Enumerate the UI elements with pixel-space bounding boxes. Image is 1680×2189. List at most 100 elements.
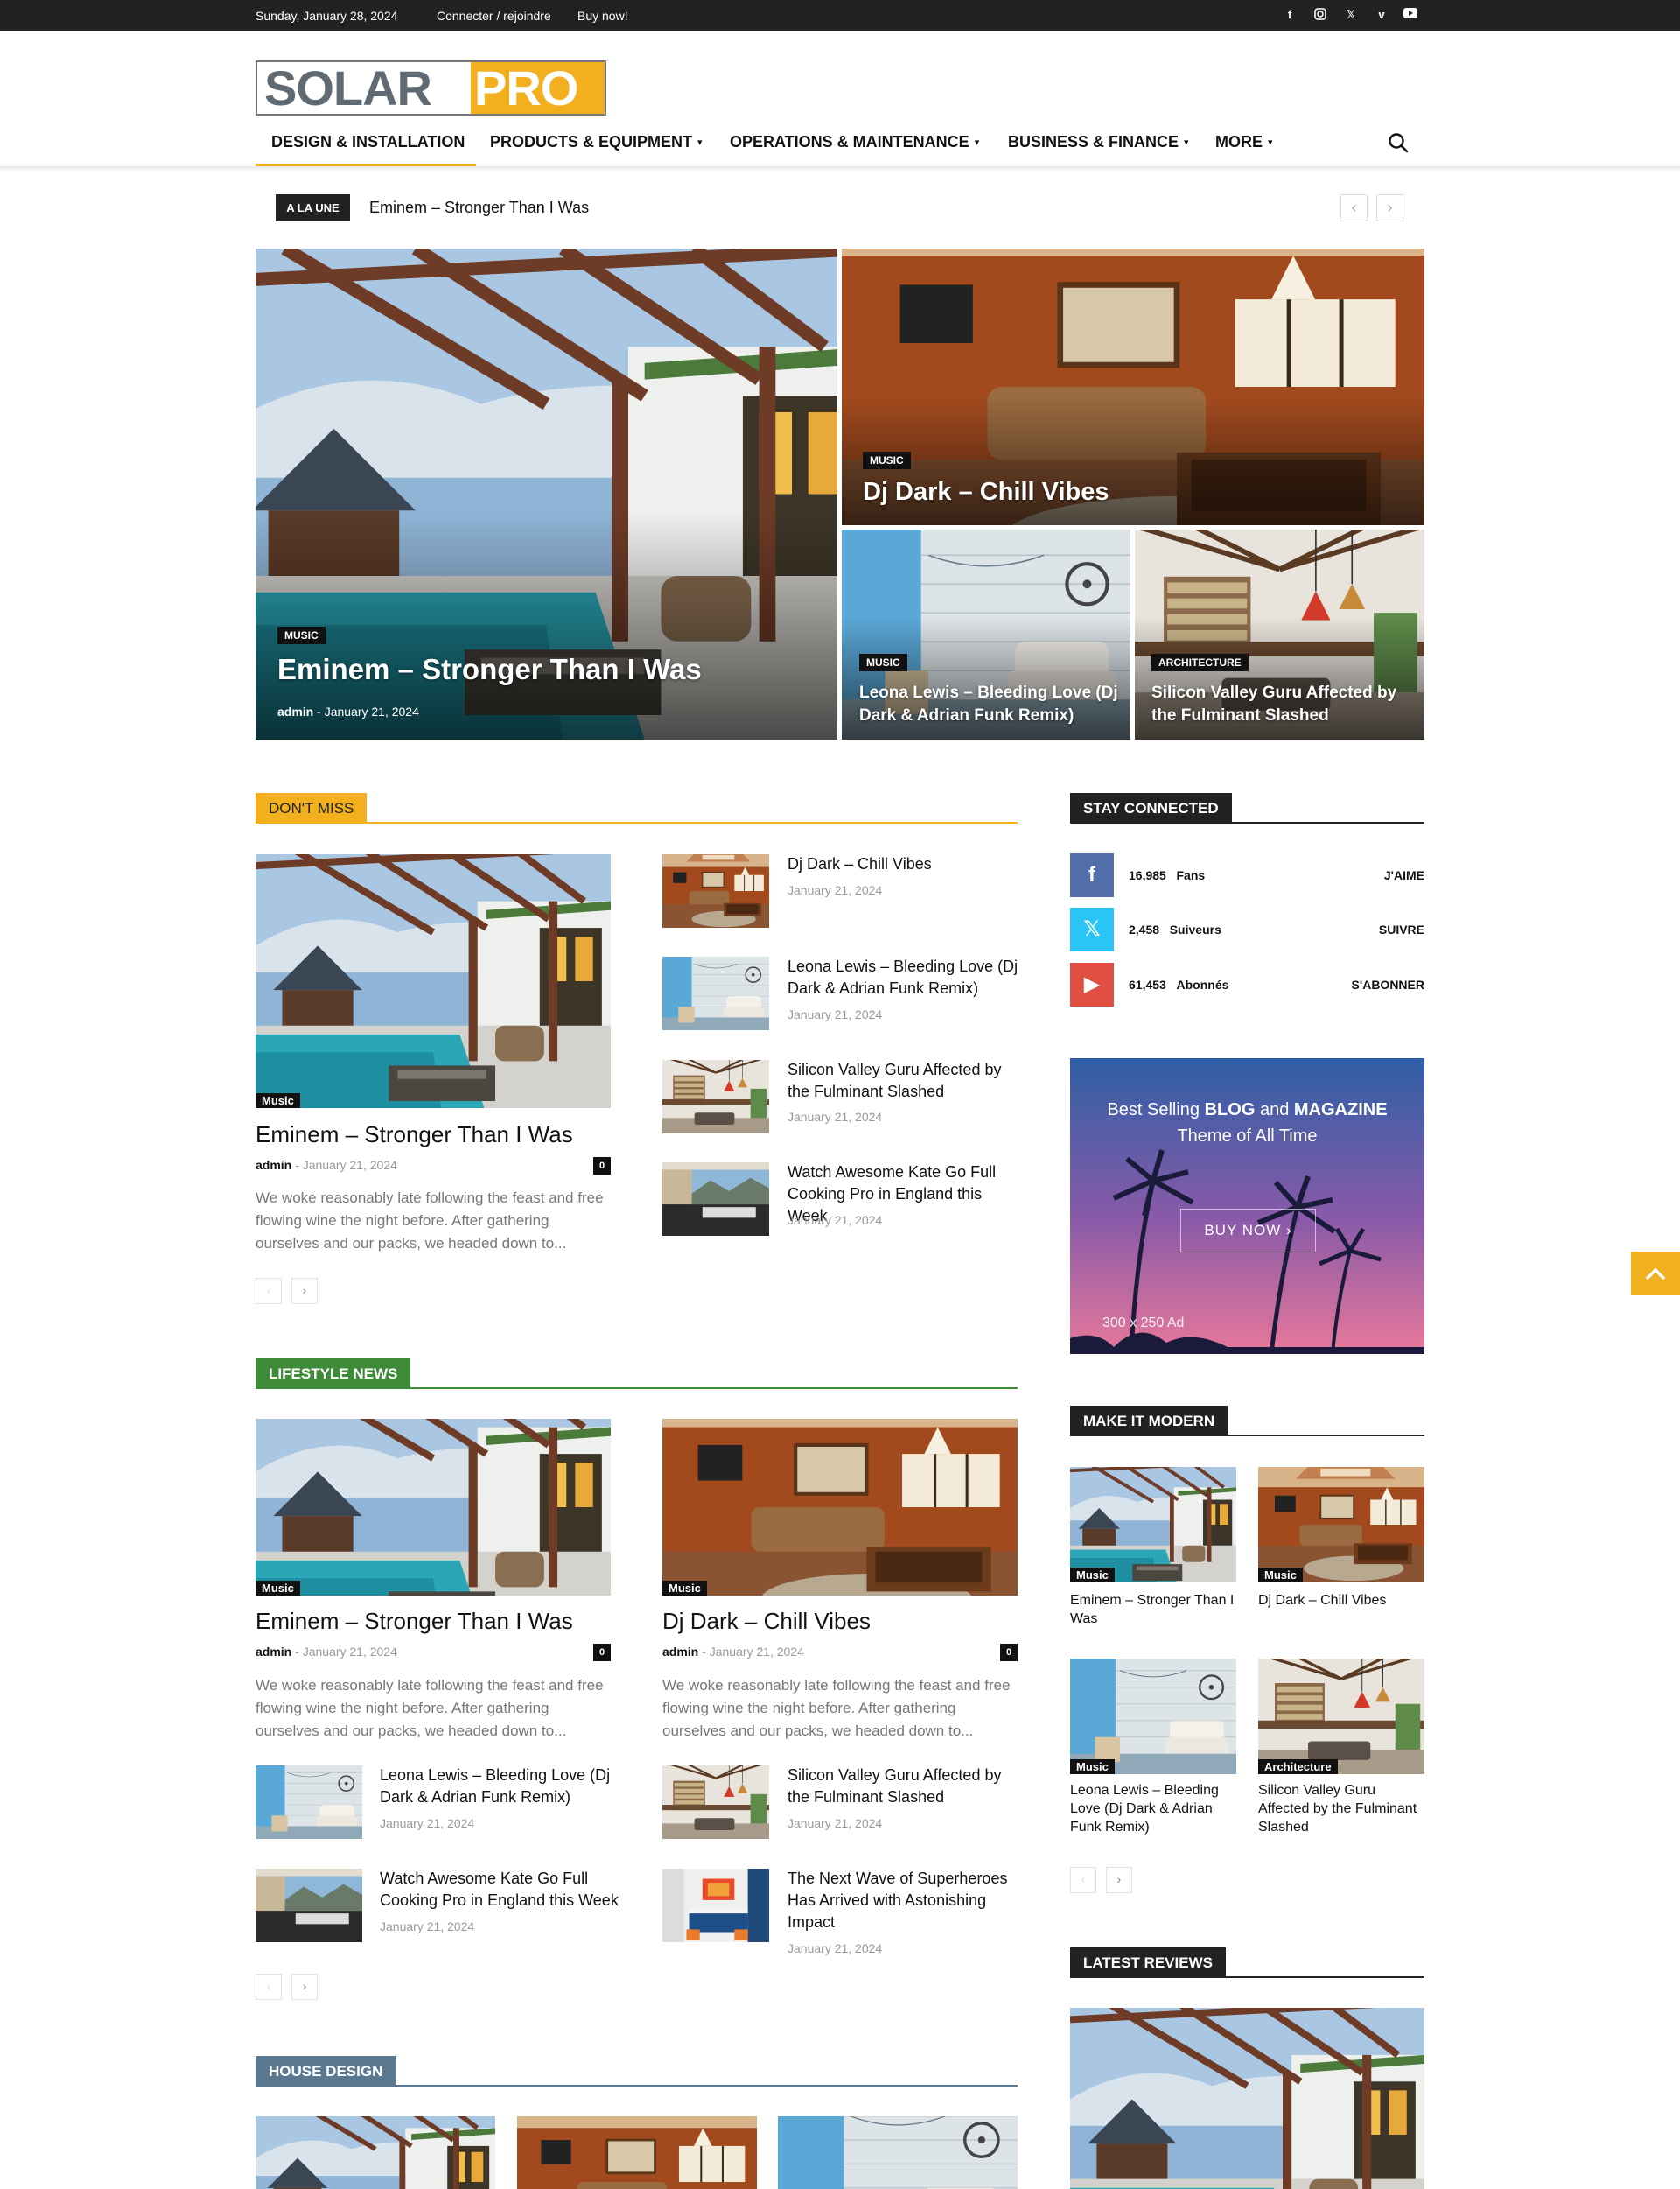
featured-image[interactable]: Music: [256, 854, 611, 1108]
ticker-headline[interactable]: Eminem – Stronger Than I Was: [369, 199, 589, 217]
house-design-thumb[interactable]: [256, 2116, 495, 2189]
hero-main-card[interactable]: MUSIC Eminem – Stronger Than I Was admin…: [256, 249, 837, 740]
logo-solar: SOLAR: [257, 62, 471, 114]
featured-title[interactable]: Dj Dark – Chill Vibes: [662, 1608, 871, 1635]
category-badge[interactable]: MUSIC: [863, 452, 911, 469]
grid-title[interactable]: Eminem – Stronger Than I Was: [1070, 1591, 1241, 1628]
prev-page-button[interactable]: ‹: [256, 1974, 282, 2000]
social-action[interactable]: J'AIME: [1384, 868, 1424, 882]
nav-design-installation[interactable]: DESIGN & INSTALLATION: [271, 123, 465, 166]
facebook-icon[interactable]: f: [1282, 8, 1298, 24]
category-badge[interactable]: Music: [1070, 1759, 1115, 1774]
hero-bottom-left-card[interactable]: MUSIC Leona Lewis – Bleeding Love (Dj Da…: [842, 530, 1130, 740]
grid-thumb[interactable]: Architecture: [1258, 1659, 1424, 1774]
social-row-facebook[interactable]: f 16,985 Fans J'AIME: [1070, 853, 1424, 899]
hero-top-right-card[interactable]: MUSIC Dj Dark – Chill Vibes: [842, 249, 1424, 525]
list-item-title[interactable]: Watch Awesome Kate Go Full Cooking Pro i…: [380, 1868, 620, 1912]
category-badge[interactable]: Music: [1258, 1568, 1303, 1582]
social-row-youtube[interactable]: ▶ 61,453 Abonnés S'ABONNER: [1070, 963, 1424, 1008]
grid-thumb[interactable]: Music: [1258, 1467, 1424, 1582]
list-item-title[interactable]: The Next Wave of Superheroes Has Arrived…: [788, 1868, 1019, 1933]
category-badge[interactable]: MUSIC: [859, 654, 907, 671]
list-item-thumb[interactable]: [662, 1162, 769, 1236]
list-item-title[interactable]: Silicon Valley Guru Affected by the Fulm…: [788, 1059, 1019, 1103]
chevron-down-icon: ▾: [697, 137, 703, 148]
list-item-title[interactable]: Silicon Valley Guru Affected by the Fulm…: [788, 1765, 1019, 1808]
grid-thumb[interactable]: Music: [1070, 1467, 1236, 1582]
nav-operations-maintenance[interactable]: OPERATIONS & MAINTENANCE ▾: [730, 123, 979, 166]
youtube-icon[interactable]: [1403, 8, 1418, 24]
nav-more[interactable]: MORE ▾: [1215, 123, 1273, 166]
category-badge[interactable]: ARCHITECTURE: [1152, 654, 1249, 671]
category-badge[interactable]: Music: [256, 1581, 300, 1596]
list-item-thumb[interactable]: [256, 1869, 362, 1942]
ad-line1b: BLOG: [1204, 1100, 1256, 1119]
hero-bottom-right-card[interactable]: ARCHITECTURE Silicon Valley Guru Affecte…: [1135, 530, 1424, 740]
social-label: Fans: [1176, 868, 1206, 882]
nav-business-finance[interactable]: BUSINESS & FINANCE ▾: [1008, 123, 1189, 166]
instagram-icon[interactable]: [1312, 8, 1328, 24]
buy-now-link[interactable]: Buy now!: [578, 9, 628, 23]
nav-products-equipment[interactable]: PRODUCTS & EQUIPMENT ▾: [490, 123, 703, 166]
category-badge[interactable]: Architecture: [1258, 1759, 1338, 1774]
category-badge[interactable]: Music: [256, 1093, 300, 1108]
ticker-prev-button[interactable]: ‹: [1340, 194, 1368, 221]
grid-title[interactable]: Leona Lewis – Bleeding Love (Dj Dark & A…: [1070, 1781, 1236, 1836]
category-badge[interactable]: Music: [1070, 1568, 1115, 1582]
hero-main-title[interactable]: Eminem – Stronger Than I Was: [277, 653, 702, 686]
hero-top-right-title[interactable]: Dj Dark – Chill Vibes: [863, 478, 1110, 507]
next-page-button[interactable]: ›: [291, 1278, 318, 1304]
social-row-x[interactable]: 𝕏 2,458 Suiveurs SUIVRE: [1070, 908, 1424, 953]
featured-title[interactable]: Eminem – Stronger Than I Was: [256, 1121, 573, 1148]
ad-buy-button[interactable]: BUY NOW ›: [1180, 1209, 1316, 1252]
prev-page-button[interactable]: ‹: [1070, 1867, 1096, 1893]
login-link[interactable]: Connecter / rejoindre: [437, 9, 551, 23]
prev-page-button[interactable]: ‹: [256, 1278, 282, 1304]
featured-title[interactable]: Eminem – Stronger Than I Was: [256, 1608, 573, 1635]
category-badge[interactable]: Music: [662, 1581, 707, 1596]
article-image: [1070, 1467, 1236, 1582]
grid-title[interactable]: Silicon Valley Guru Affected by the Fulm…: [1258, 1781, 1429, 1836]
category-badge[interactable]: MUSIC: [277, 627, 326, 644]
ad-line1c: and: [1255, 1100, 1294, 1119]
site-logo[interactable]: SOLAR PRO: [256, 60, 606, 116]
search-icon[interactable]: [1388, 132, 1409, 153]
list-item-title[interactable]: Leona Lewis – Bleeding Love (Dj Dark & A…: [380, 1765, 616, 1808]
featured-image[interactable]: Music: [662, 1419, 1018, 1596]
list-item-thumb[interactable]: [662, 957, 769, 1030]
house-design-thumb[interactable]: [778, 2116, 1018, 2189]
next-page-button[interactable]: ›: [291, 1974, 318, 2000]
list-item-thumb[interactable]: [662, 1060, 769, 1133]
list-item-thumb[interactable]: [662, 1765, 769, 1839]
comment-count[interactable]: 0: [1000, 1644, 1018, 1661]
vimeo-icon[interactable]: v: [1374, 8, 1390, 24]
author-link[interactable]: admin: [256, 1645, 291, 1659]
list-item-thumb[interactable]: [256, 1765, 362, 1839]
list-item-thumb[interactable]: [662, 1869, 769, 1942]
author-link[interactable]: admin: [662, 1645, 698, 1659]
hero-bottom-left-title[interactable]: Leona Lewis – Bleeding Love (Dj Dark & A…: [859, 682, 1122, 727]
grid-title[interactable]: Dj Dark – Chill Vibes: [1258, 1591, 1429, 1610]
ad-line2: Theme of All Time: [1177, 1126, 1318, 1146]
ticker-next-button[interactable]: ›: [1376, 194, 1404, 221]
section-title: LIFESTYLE NEWS: [256, 1358, 411, 1389]
comment-count[interactable]: 0: [593, 1157, 611, 1175]
author-link[interactable]: admin: [256, 1158, 291, 1172]
social-action[interactable]: SUIVRE: [1379, 923, 1424, 937]
x-icon[interactable]: 𝕏: [1343, 8, 1359, 24]
featured-image[interactable]: Music: [256, 1419, 611, 1596]
author-link[interactable]: admin: [277, 705, 313, 719]
hero-bottom-right-title[interactable]: Silicon Valley Guru Affected by the Fulm…: [1152, 682, 1414, 727]
list-item-title[interactable]: Dj Dark – Chill Vibes: [788, 853, 1019, 875]
grid-thumb[interactable]: Music: [1070, 1659, 1236, 1774]
back-to-top-button[interactable]: [1631, 1252, 1680, 1295]
social-action[interactable]: S'ABONNER: [1352, 978, 1424, 992]
ticker-badge: A LA UNE: [276, 194, 350, 221]
list-item-thumb[interactable]: [662, 854, 769, 928]
advertisement-banner[interactable]: Best Selling BLOG and MAGAZINE Theme of …: [1070, 1058, 1424, 1354]
next-page-button[interactable]: ›: [1106, 1867, 1132, 1893]
house-design-thumb[interactable]: [517, 2116, 757, 2189]
list-item-title[interactable]: Leona Lewis – Bleeding Love (Dj Dark & A…: [788, 956, 1019, 1000]
comment-count[interactable]: 0: [593, 1644, 611, 1661]
review-image[interactable]: [1070, 2008, 1424, 2189]
